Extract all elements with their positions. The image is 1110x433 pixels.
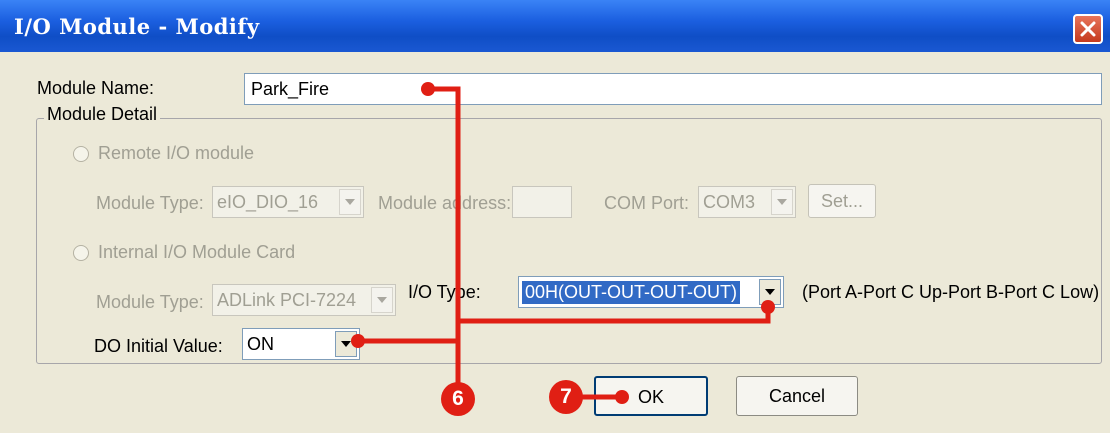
chevron-down-icon[interactable] xyxy=(759,279,781,305)
module-address-input[interactable] xyxy=(512,186,572,218)
set-button[interactable]: Set... xyxy=(808,184,876,218)
remote-io-label: Remote I/O module xyxy=(98,143,255,163)
step-marker-6: 6 xyxy=(441,382,475,416)
internal-module-type-select[interactable]: ADLink PCI-7224 xyxy=(212,284,396,316)
chevron-down-icon[interactable] xyxy=(335,331,357,357)
do-initial-value-label: DO Initial Value: xyxy=(94,336,223,356)
remote-module-type-label: Module Type: xyxy=(96,193,204,213)
module-address-label: Module address: xyxy=(378,193,512,213)
window-title: I/O Module - Modify xyxy=(14,14,260,39)
close-button[interactable] xyxy=(1073,14,1103,44)
internal-module-type-value: ADLink PCI-7224 xyxy=(217,290,357,310)
module-detail-legend: Module Detail xyxy=(44,104,161,125)
io-type-label: I/O Type: xyxy=(408,282,481,302)
com-port-label: COM Port: xyxy=(604,193,690,213)
title-bar[interactable]: I/O Module - Modify xyxy=(0,0,1110,52)
remote-io-radio[interactable] xyxy=(73,146,89,162)
ok-button[interactable]: OK xyxy=(594,376,708,416)
chevron-down-icon[interactable] xyxy=(371,287,393,313)
module-name-input[interactable]: Park_Fire xyxy=(244,73,1102,105)
module-name-label: Module Name: xyxy=(37,78,155,98)
do-initial-value-value: ON xyxy=(247,334,274,354)
internal-io-label: Internal I/O Module Card xyxy=(98,242,296,262)
module-name-value: Park_Fire xyxy=(251,79,330,99)
io-module-modify-dialog: I/O Module - Modify Module Name: Park_Fi… xyxy=(0,0,1110,433)
io-type-select[interactable]: 00H(OUT-OUT-OUT-OUT) xyxy=(518,276,784,308)
io-type-value: 00H(OUT-OUT-OUT-OUT) xyxy=(522,281,740,304)
io-type-hint: (Port A-Port C Up-Port B-Port C Low) xyxy=(802,282,1100,302)
com-port-value: COM3 xyxy=(703,192,756,212)
com-port-select[interactable]: COM3 xyxy=(698,186,796,218)
remote-module-type-select[interactable]: eIO_DIO_16 xyxy=(212,186,364,218)
remote-module-type-value: eIO_DIO_16 xyxy=(217,192,319,212)
close-icon xyxy=(1080,21,1096,37)
internal-module-type-label: Module Type: xyxy=(96,292,204,312)
internal-io-radio[interactable] xyxy=(73,245,89,261)
chevron-down-icon[interactable] xyxy=(771,189,793,215)
do-initial-value-select[interactable]: ON xyxy=(242,328,360,360)
cancel-button[interactable]: Cancel xyxy=(736,376,858,416)
chevron-down-icon[interactable] xyxy=(339,189,361,215)
step-marker-7: 7 xyxy=(549,380,583,414)
